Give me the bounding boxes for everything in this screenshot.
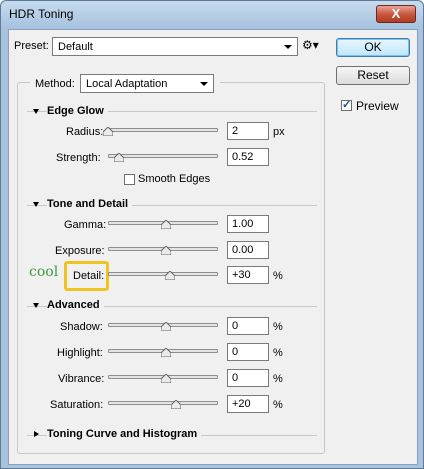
radius-unit: px xyxy=(273,126,285,138)
toning-curve-title[interactable]: Toning Curve and Histogram xyxy=(47,428,202,440)
gamma-slider-thumb[interactable] xyxy=(161,220,171,229)
preview-checkbox[interactable] xyxy=(341,98,352,111)
saturation-slider-thumb[interactable] xyxy=(171,400,181,409)
preset-value: Default xyxy=(58,41,93,53)
shadow-input[interactable]: 0 xyxy=(227,317,269,335)
strength-label: Strength: xyxy=(56,152,101,164)
vibrance-unit: % xyxy=(273,373,283,385)
detail-slider-thumb[interactable] xyxy=(165,271,175,280)
highlight-input[interactable]: 0 xyxy=(227,343,269,361)
preset-label: Preset: xyxy=(14,40,49,52)
vibrance-label: Vibrance: xyxy=(58,373,105,385)
method-value: Local Adaptation xyxy=(86,78,168,90)
edge-glow-title[interactable]: Edge Glow xyxy=(47,105,108,117)
shadow-unit: % xyxy=(273,321,283,333)
saturation-unit: % xyxy=(273,399,283,411)
close-button[interactable]: X xyxy=(376,5,416,23)
highlight-label: Highlight: xyxy=(57,347,103,359)
shadow-slider-thumb[interactable] xyxy=(161,322,171,331)
radius-slider-thumb[interactable] xyxy=(103,127,113,136)
chevron-down-icon xyxy=(284,45,292,49)
strength-input[interactable]: 0.52 xyxy=(227,148,269,166)
tone-detail-collapse-icon[interactable] xyxy=(33,202,39,207)
radius-label: Radius: xyxy=(66,126,104,138)
detail-label: Detail: xyxy=(73,270,105,282)
highlight-slider-thumb[interactable] xyxy=(161,348,171,357)
detail-unit: % xyxy=(273,270,283,282)
highlight-unit: % xyxy=(273,347,283,359)
toning-curve-expand-icon[interactable] xyxy=(34,431,39,437)
exposure-slider-thumb[interactable] xyxy=(161,246,171,255)
radius-slider[interactable] xyxy=(108,128,218,132)
saturation-slider[interactable] xyxy=(108,401,218,405)
dialog-body: Preset: Default ⚙▾ OK Reset Preview Meth… xyxy=(8,29,418,465)
chevron-down-icon xyxy=(200,82,208,86)
detail-input[interactable]: +30 xyxy=(227,266,269,284)
shadow-label: Shadow: xyxy=(60,321,103,333)
preview-label: Preview xyxy=(356,99,399,113)
radius-input[interactable]: 2 xyxy=(227,122,269,140)
hdr-toning-dialog: HDR Toning X Preset: Default ⚙▾ OK Reset… xyxy=(0,0,424,469)
cool-annotation: cool xyxy=(29,264,59,280)
preset-dropdown[interactable]: Default xyxy=(52,37,298,56)
vibrance-slider-thumb[interactable] xyxy=(161,374,171,383)
saturation-label: Saturation: xyxy=(50,399,104,411)
strength-slider[interactable] xyxy=(108,154,218,158)
method-label: Method: xyxy=(35,78,75,90)
saturation-input[interactable]: +20 xyxy=(227,395,269,413)
title-bar[interactable]: HDR Toning X xyxy=(1,1,423,28)
exposure-label: Exposure: xyxy=(55,245,105,257)
vibrance-input[interactable]: 0 xyxy=(227,369,269,387)
detail-slider[interactable] xyxy=(108,272,218,276)
edge-glow-collapse-icon[interactable] xyxy=(33,109,39,114)
reset-button[interactable]: Reset xyxy=(336,66,410,85)
ok-button[interactable]: OK xyxy=(336,38,410,57)
advanced-title[interactable]: Advanced xyxy=(47,299,104,311)
smooth-edges-checkbox[interactable] xyxy=(124,174,135,185)
gamma-input[interactable]: 1.00 xyxy=(227,215,269,233)
method-dropdown[interactable]: Local Adaptation xyxy=(80,74,214,93)
tone-detail-title[interactable]: Tone and Detail xyxy=(47,198,133,210)
exposure-input[interactable]: 0.00 xyxy=(227,241,269,259)
gear-icon[interactable]: ⚙▾ xyxy=(302,38,319,52)
smooth-edges-label: Smooth Edges xyxy=(138,173,211,185)
advanced-collapse-icon[interactable] xyxy=(33,303,39,308)
window-title: HDR Toning xyxy=(9,7,74,21)
gamma-label: Gamma: xyxy=(64,219,107,231)
strength-slider-thumb[interactable] xyxy=(114,153,124,162)
